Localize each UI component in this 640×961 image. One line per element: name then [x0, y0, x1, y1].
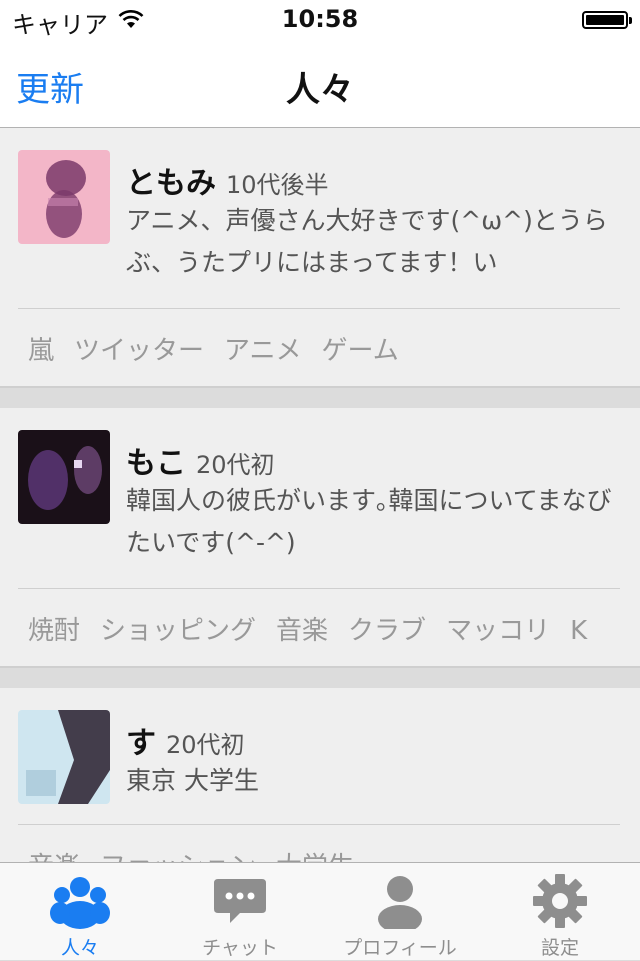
person-age: 20代初	[166, 731, 245, 759]
tab-label: 人々	[60, 937, 99, 959]
interest-tag: 音楽	[276, 616, 329, 646]
avatar	[18, 430, 110, 524]
interest-tag: K	[570, 616, 588, 646]
person-name: ともみ	[126, 166, 216, 201]
interest-tag: ツイッター	[74, 336, 205, 366]
interest-tag: 大学生	[276, 852, 354, 862]
divider	[18, 308, 620, 309]
avatar	[18, 150, 110, 244]
divider	[18, 588, 620, 589]
refresh-button[interactable]: 更新	[16, 62, 84, 111]
people-list[interactable]: ともみ 10代後半 アニメ、声優さん大好きです(^ω^)とうらぶ、うたプリにはまっ…	[0, 128, 640, 862]
person-bio: 東京 大学生	[126, 766, 259, 795]
tab-label: プロフィール	[343, 937, 457, 959]
person-card[interactable]: もこ 20代初 韓国人の彼氏がいます｡韓国についてまなびたいです(^-^) 焼酎シ…	[0, 408, 640, 668]
battery-icon	[582, 11, 632, 29]
interest-tag: ゲーム	[321, 336, 399, 366]
person-name: もこ	[126, 446, 186, 481]
person-age: 10代後半	[226, 171, 329, 199]
interest-tag: 焼酎	[28, 616, 81, 646]
profile-icon	[378, 876, 422, 929]
interest-tags: 音楽 ファッション 大学生	[28, 846, 640, 862]
tab-profile[interactable]: プロフィール	[320, 863, 480, 961]
tab-label: チャット	[202, 937, 278, 959]
status-time: 10:58	[281, 5, 359, 33]
divider	[18, 824, 620, 825]
person-name: す	[126, 726, 156, 761]
person-age: 20代初	[196, 451, 275, 479]
interest-tag: ショッピング	[100, 616, 257, 646]
interest-tag: アニメ	[224, 336, 302, 366]
name-row: もこ 20代初	[126, 438, 275, 482]
tab-people[interactable]: 人々	[0, 863, 160, 961]
person-card[interactable]: ともみ 10代後半 アニメ、声優さん大好きです(^ω^)とうらぶ、うたプリにはまっ…	[0, 128, 640, 388]
tab-bar: 人々 チャット プロフィール 設定	[0, 862, 640, 960]
person-bio: アニメ、声優さん大好きです(^ω^)とうらぶ、うたプリにはまってます！い	[126, 206, 608, 277]
gear-icon	[533, 874, 587, 928]
avatar	[18, 710, 110, 804]
tab-label: 設定	[540, 937, 579, 959]
person-bio: 韓国人の彼氏がいます｡韓国についてまなびたいです(^-^)	[126, 486, 612, 557]
person-card[interactable]: す 20代初 東京 大学生 音楽 ファッション 大学生	[0, 688, 640, 862]
interest-tag: ファッション	[100, 852, 256, 862]
tab-settings[interactable]: 設定	[480, 863, 640, 961]
chat-bubble-icon	[214, 879, 266, 923]
interest-tag: マッコリ	[446, 616, 551, 646]
interest-tag: クラブ	[348, 616, 427, 646]
tab-chat[interactable]: チャット	[160, 863, 320, 961]
name-row: す 20代初	[126, 718, 245, 762]
interest-tags: 嵐ツイッター アニメ ゲーム	[28, 330, 640, 367]
interest-tags: 焼酎 ショッピング 音楽 クラブ マッコリ K	[28, 610, 640, 647]
name-row: ともみ 10代後半	[126, 158, 329, 202]
status-bar: キャリア 10:58	[0, 0, 640, 40]
people-icon	[50, 877, 110, 929]
interest-tag: 音楽	[28, 852, 80, 862]
navigation-bar: 更新 人々	[0, 40, 640, 128]
interest-tag: 嵐	[28, 336, 55, 366]
page-title: 人々	[286, 70, 354, 110]
